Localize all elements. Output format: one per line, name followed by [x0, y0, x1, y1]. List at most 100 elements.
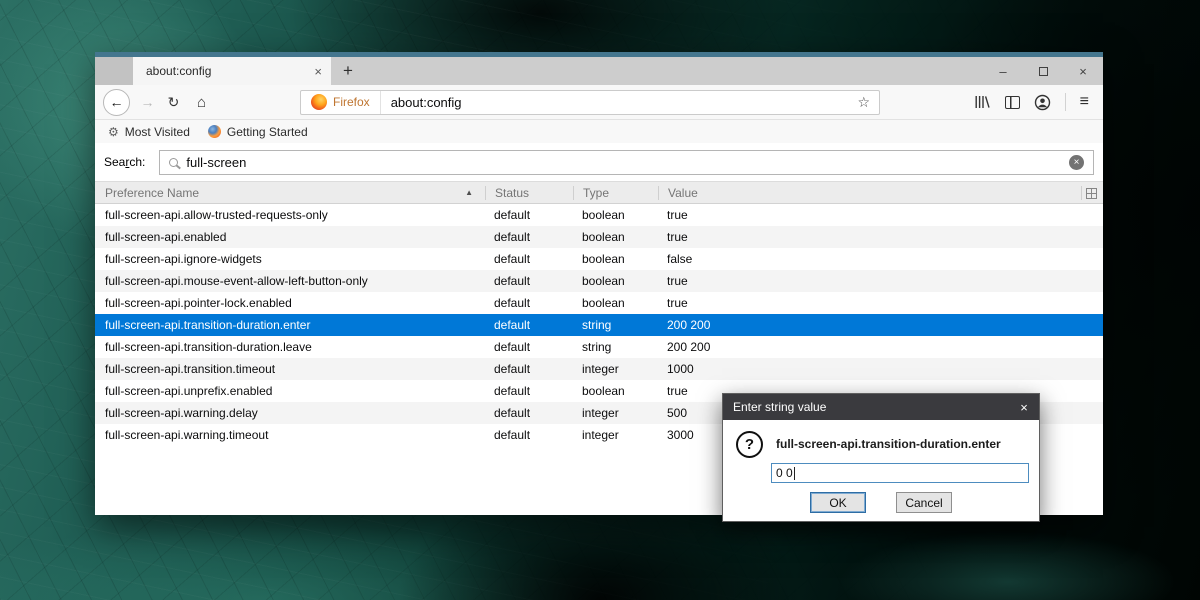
- table-row[interactable]: full-screen-api.mouse-event-allow-left-b…: [95, 270, 1103, 292]
- column-header-value[interactable]: Value: [658, 185, 1103, 200]
- toolbar-separator: [1064, 93, 1066, 111]
- cell-status: default: [494, 318, 531, 332]
- cell-type: string: [582, 340, 612, 354]
- cell-name: full-screen-api.pointer-lock.enabled: [105, 296, 292, 310]
- table-row[interactable]: full-screen-api.transition-duration.leav…: [95, 336, 1103, 358]
- window-minimize-button[interactable]: –: [983, 57, 1023, 85]
- tab-close-icon[interactable]: ×: [314, 64, 322, 79]
- url-text[interactable]: about:config: [381, 95, 858, 110]
- cell-value: true: [667, 208, 688, 222]
- cell-type: integer: [582, 428, 619, 442]
- column-header-status[interactable]: Status: [485, 185, 573, 200]
- tab-title: about:config: [146, 64, 212, 78]
- table-row[interactable]: full-screen-api.transition-duration.ente…: [95, 314, 1103, 336]
- cell-status: default: [494, 384, 531, 398]
- bookmark-getting-started[interactable]: Getting Started: [207, 124, 308, 139]
- dialog-titlebar[interactable]: Enter string value ×: [723, 394, 1039, 420]
- cell-value: true: [667, 230, 688, 244]
- search-clear-button[interactable]: ×: [1069, 154, 1084, 170]
- firefox-logo-icon: [311, 94, 327, 110]
- menu-button[interactable]: ≡: [1080, 93, 1089, 111]
- cell-status: default: [494, 208, 531, 222]
- ok-button[interactable]: OK: [810, 492, 866, 513]
- cell-status: default: [494, 252, 531, 266]
- cell-type: boolean: [582, 274, 625, 288]
- firefox-globe-icon: [207, 125, 221, 138]
- cell-type: boolean: [582, 252, 625, 266]
- cell-name: full-screen-api.mouse-event-allow-left-b…: [105, 274, 368, 288]
- cell-name: full-screen-api.unprefix.enabled: [105, 384, 273, 398]
- sidebar-icon[interactable]: [1004, 95, 1020, 109]
- identity-label: Firefox: [333, 95, 370, 109]
- cell-status: default: [494, 428, 531, 442]
- table-row[interactable]: full-screen-api.ignore-widgets default boo…: [95, 248, 1103, 270]
- table-row[interactable]: full-screen-api.transition.timeout defaul…: [95, 358, 1103, 380]
- home-button[interactable]: ⌂: [187, 94, 216, 111]
- cell-value: 200 200: [667, 318, 711, 332]
- cell-name: full-screen-api.transition-duration.ente…: [105, 318, 311, 332]
- cell-type: boolean: [582, 384, 625, 398]
- forward-button[interactable]: →: [135, 94, 160, 110]
- window-close-button[interactable]: ×: [1063, 57, 1103, 85]
- search-label: Search:: [104, 155, 146, 169]
- dialog-value-input[interactable]: 0 0: [771, 463, 1029, 483]
- window-controls: – ×: [983, 57, 1103, 85]
- cell-status: default: [494, 274, 531, 288]
- cell-value: 1000: [667, 362, 694, 376]
- text-caret: [793, 466, 795, 480]
- navigation-toolbar: ← → ↻ ⌂ Firefox about:config ☆ ≡: [95, 85, 1103, 120]
- cell-type: integer: [582, 362, 619, 376]
- reload-button[interactable]: ↻: [160, 94, 187, 111]
- table-row[interactable]: full-screen-api.enabled default boolean tru…: [95, 226, 1103, 248]
- cell-name: full-screen-api.allow-trusted-requests-o…: [105, 208, 328, 222]
- column-header-preference-name[interactable]: Preference Name ▲: [95, 186, 485, 200]
- account-icon[interactable]: [1034, 94, 1051, 111]
- bookmark-most-visited[interactable]: ⚙ Most Visited: [108, 125, 190, 139]
- dialog-body: ? full-screen-api.transition-duration.en…: [723, 420, 1039, 521]
- cell-name: full-screen-api.warning.timeout: [105, 428, 269, 442]
- tab-bar-spacer: [95, 57, 133, 85]
- cell-value: true: [667, 274, 688, 288]
- new-tab-button[interactable]: +: [331, 57, 365, 85]
- enter-string-value-dialog: Enter string value × ? full-screen-api.t…: [722, 393, 1040, 522]
- table-header: Preference Name ▲ Status Type Value: [95, 181, 1103, 204]
- dialog-close-icon[interactable]: ×: [1009, 400, 1039, 415]
- bookmark-star-icon[interactable]: ☆: [857, 94, 879, 111]
- dialog-buttons: OK Cancel: [723, 492, 1039, 513]
- back-button[interactable]: ←: [103, 88, 130, 116]
- library-icon[interactable]: [974, 94, 991, 110]
- window-maximize-button[interactable]: [1023, 57, 1063, 85]
- cell-type: boolean: [582, 230, 625, 244]
- table-row[interactable]: full-screen-api.pointer-lock.enabled defa…: [95, 292, 1103, 314]
- dialog-pref-name: full-screen-api.transition-duration.ente…: [776, 437, 1001, 451]
- identity-badge[interactable]: Firefox: [301, 90, 381, 114]
- cancel-button[interactable]: Cancel: [896, 492, 952, 513]
- cell-status: default: [494, 340, 531, 354]
- cell-status: default: [494, 230, 531, 244]
- toolbar-right-icons: ≡: [974, 93, 1095, 111]
- cell-type: boolean: [582, 208, 625, 222]
- question-mark-icon: ?: [736, 431, 763, 458]
- bookmarks-toolbar: ⚙ Most Visited Getting Started: [95, 120, 1103, 143]
- sort-ascending-icon: ▲: [465, 187, 473, 197]
- dialog-input-value: 0 0: [776, 466, 793, 480]
- search-input[interactable]: full-screen ×: [159, 149, 1094, 175]
- cell-type: boolean: [582, 296, 625, 310]
- cell-name: full-screen-api.enabled: [105, 230, 227, 244]
- cell-status: default: [494, 362, 531, 376]
- tab-about-config[interactable]: about:config ×: [133, 57, 331, 85]
- bookmark-label: Most Visited: [124, 124, 190, 139]
- cell-status: default: [494, 406, 531, 420]
- tab-bar-fill: [365, 57, 983, 85]
- column-picker-icon[interactable]: [1086, 188, 1097, 199]
- url-bar[interactable]: Firefox about:config ☆: [300, 89, 880, 115]
- dialog-title: Enter string value: [733, 400, 827, 414]
- column-header-type[interactable]: Type: [573, 185, 658, 200]
- tab-bar: about:config × + – ×: [95, 57, 1103, 85]
- search-value[interactable]: full-screen: [186, 155, 1069, 170]
- search-row: Search: full-screen ×: [95, 143, 1103, 181]
- bookmark-label: Getting Started: [226, 124, 308, 139]
- table-row[interactable]: full-screen-api.allow-trusted-requests-o…: [95, 204, 1103, 226]
- column-picker-separator: [1081, 186, 1082, 200]
- cell-name: full-screen-api.transition.timeout: [105, 362, 276, 376]
